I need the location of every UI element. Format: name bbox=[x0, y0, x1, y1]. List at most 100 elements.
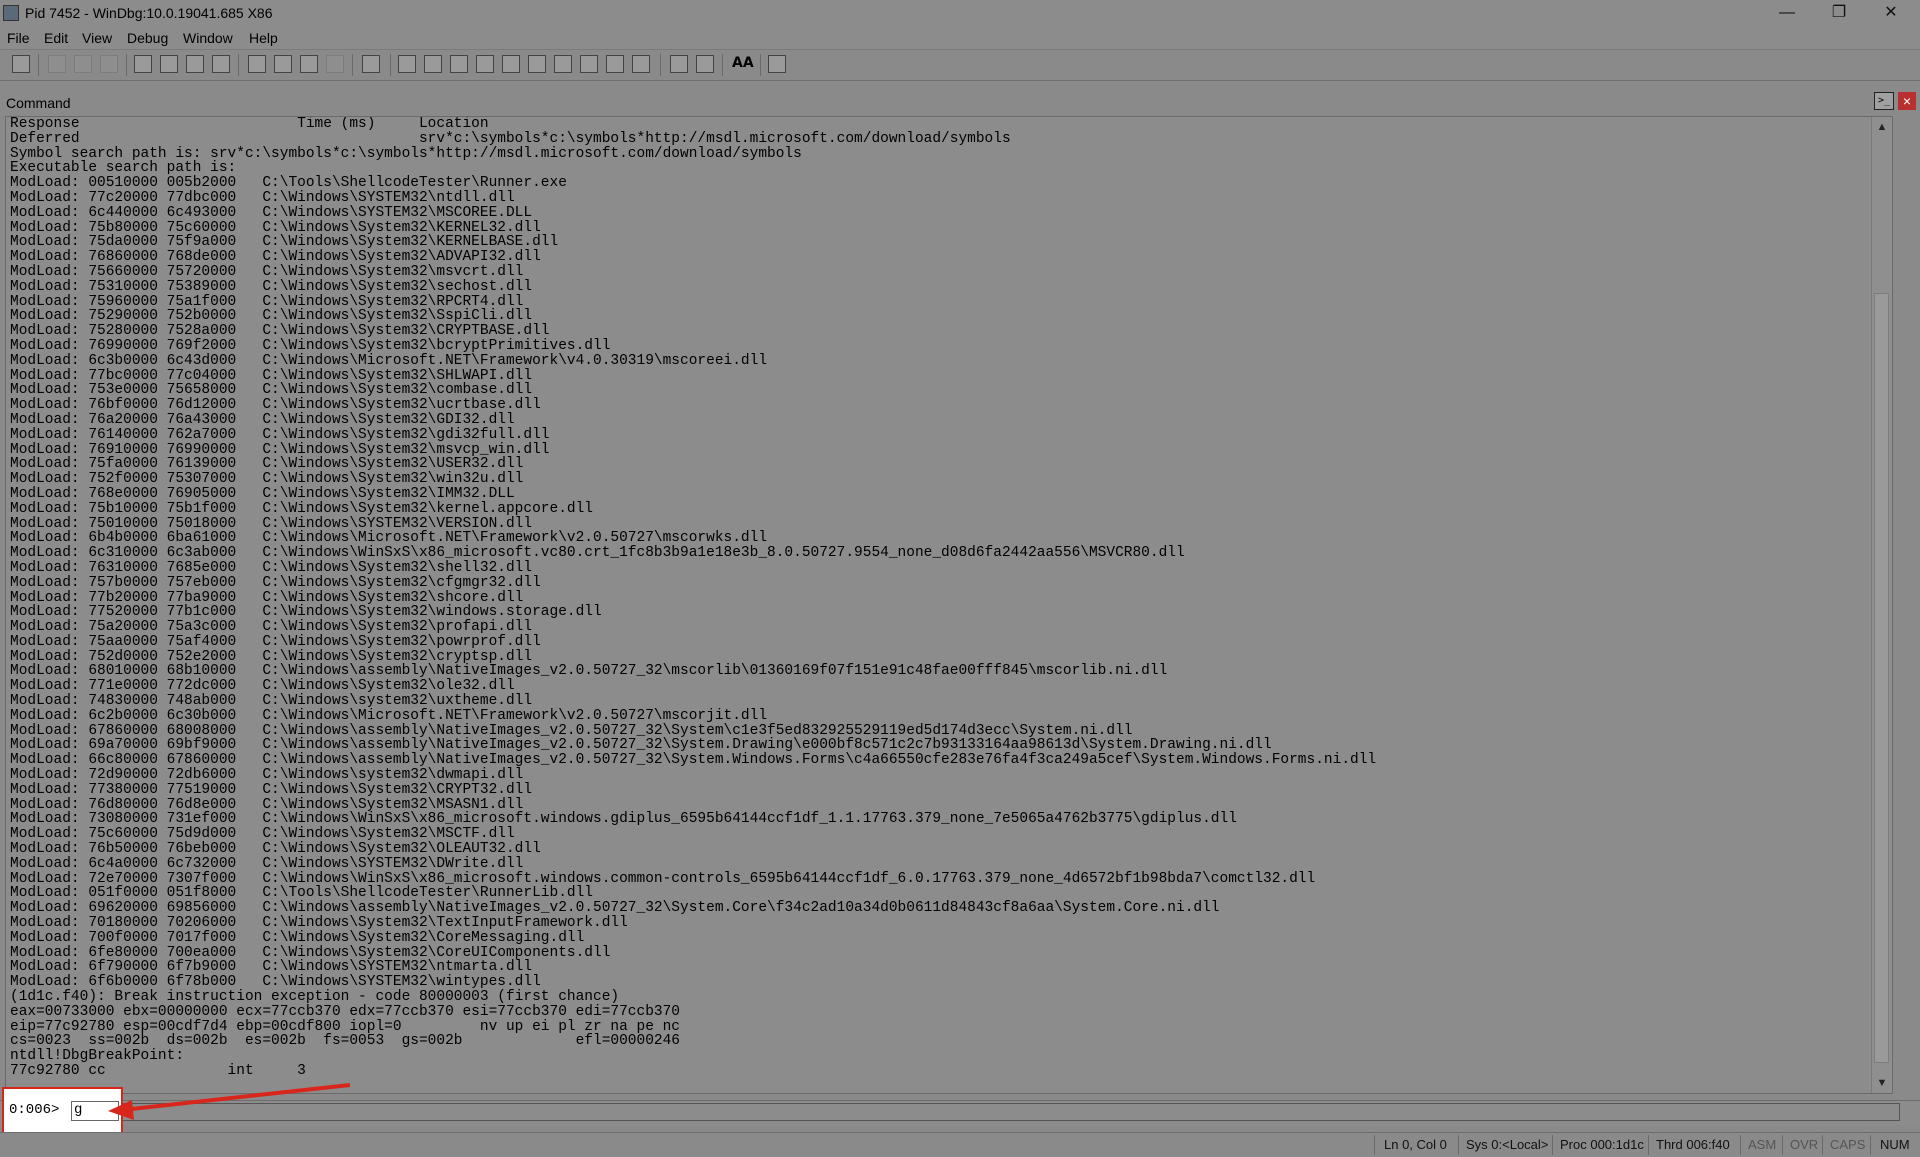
output-line: ModLoad: 768e0000 76905000 C:\Windows\Sy… bbox=[10, 485, 515, 502]
status-proc: Proc 000:1d1c bbox=[1560, 1137, 1644, 1152]
disassembly-icon[interactable] bbox=[554, 55, 572, 73]
output-line: ModLoad: 66c80000 67860000 C:\Windows\as… bbox=[10, 752, 1377, 769]
output-line: ModLoad: 76990000 769f2000 C:\Windows\Sy… bbox=[10, 337, 611, 354]
output-line: ModLoad: 051f0000 051f8000 C:\Tools\Shel… bbox=[10, 885, 593, 902]
command-prompt-icon[interactable]: >_ bbox=[1874, 92, 1894, 110]
stop-debugging-icon[interactable] bbox=[186, 55, 204, 73]
open-icon[interactable] bbox=[12, 55, 30, 73]
output-line: ModLoad: 75a20000 75a3c000 C:\Windows\Sy… bbox=[10, 619, 533, 636]
title-bar: Pid 7452 - WinDbg:10.0.19041.685 X86 — ❐… bbox=[0, 0, 1920, 27]
menu-window[interactable]: Window bbox=[183, 30, 233, 46]
command-input-row: 0:006> bbox=[0, 1100, 1920, 1125]
output-line: ModLoad: 6c310000 6c3ab000 C:\Windows\Wi… bbox=[10, 545, 1185, 562]
output-line: eax=00733000 ebx=00000000 ecx=77ccb370 e… bbox=[10, 1003, 681, 1020]
output-line: ModLoad: 6f790000 6f7b9000 C:\Windows\SY… bbox=[10, 959, 533, 976]
command-output-text: Response Time (ms) Location Deferred srv… bbox=[6, 117, 1376, 1079]
output-line: ModLoad: 6c4a0000 6c732000 C:\Windows\SY… bbox=[10, 855, 524, 872]
memory-icon[interactable] bbox=[502, 55, 520, 73]
command-pane-title: Command bbox=[6, 95, 71, 111]
window-title: Pid 7452 - WinDbg:10.0.19041.685 X86 bbox=[25, 5, 273, 21]
output-line: ModLoad: 74830000 748ab000 C:\Windows\sy… bbox=[10, 693, 533, 710]
output-line: ModLoad: 77bc0000 77c04000 C:\Windows\Sy… bbox=[10, 367, 533, 384]
output-line: ModLoad: 6c440000 6c493000 C:\Windows\SY… bbox=[10, 204, 533, 221]
minimize-button[interactable]: — bbox=[1764, 0, 1810, 27]
run-to-cursor-icon[interactable] bbox=[326, 55, 344, 73]
source-window-icon[interactable] bbox=[632, 55, 650, 73]
locals-icon[interactable] bbox=[450, 55, 468, 73]
output-line: ModLoad: 77520000 77b1c000 C:\Windows\Sy… bbox=[10, 604, 602, 621]
output-line: ModLoad: 757b0000 757eb000 C:\Windows\Sy… bbox=[10, 574, 541, 591]
output-line: ModLoad: 68010000 68b10000 C:\Windows\as… bbox=[10, 663, 1168, 680]
call-stack-icon[interactable] bbox=[528, 55, 546, 73]
output-line: ModLoad: 700f0000 7017f000 C:\Windows\Sy… bbox=[10, 929, 585, 946]
paste-icon[interactable] bbox=[100, 55, 118, 73]
step-out-icon[interactable] bbox=[300, 55, 318, 73]
registers-icon[interactable] bbox=[476, 55, 494, 73]
menu-help[interactable]: Help bbox=[249, 30, 278, 46]
output-line: ModLoad: 75da0000 75f9a000 C:\Windows\Sy… bbox=[10, 234, 559, 251]
scroll-up-icon[interactable]: ▲ bbox=[1872, 117, 1892, 137]
command-window-icon[interactable] bbox=[398, 55, 416, 73]
output-line: ModLoad: 75c60000 75d9d000 C:\Windows\Sy… bbox=[10, 826, 515, 843]
status-ln-col: Ln 0, Col 0 bbox=[1384, 1137, 1447, 1152]
scroll-down-icon[interactable]: ▼ bbox=[1872, 1073, 1892, 1093]
output-line: ModLoad: 752d0000 752e2000 C:\Windows\Sy… bbox=[10, 648, 533, 665]
output-line: ModLoad: 6f6b0000 6f78b000 C:\Windows\SY… bbox=[10, 974, 541, 991]
output-line: ModLoad: 75280000 7528a000 C:\Windows\Sy… bbox=[10, 323, 550, 340]
output-line: ModLoad: 75660000 75720000 C:\Windows\Sy… bbox=[10, 263, 524, 280]
output-line: ModLoad: 69a70000 69bf9000 C:\Windows\as… bbox=[10, 737, 1272, 754]
output-line: cs=0023 ss=002b ds=002b es=002b fs=0053 … bbox=[10, 1033, 681, 1050]
vertical-scrollbar[interactable]: ▲ ▼ bbox=[1871, 117, 1892, 1093]
output-line: ModLoad: 70180000 70206000 C:\Windows\Sy… bbox=[10, 915, 628, 932]
menu-edit[interactable]: Edit bbox=[44, 30, 68, 46]
command-output-area[interactable]: Response Time (ms) Location Deferred srv… bbox=[5, 116, 1893, 1094]
source-mode-icon[interactable] bbox=[670, 55, 688, 73]
output-line: ModLoad: 77b20000 77ba9000 C:\Windows\Sy… bbox=[10, 589, 524, 606]
output-line: Executable search path is: bbox=[10, 160, 237, 177]
output-line: ModLoad: 76910000 76990000 C:\Windows\Sy… bbox=[10, 441, 550, 458]
status-caps: CAPS bbox=[1830, 1137, 1866, 1152]
pane-close-icon[interactable]: × bbox=[1898, 92, 1916, 110]
status-sys: Sys 0:<Local> bbox=[1466, 1137, 1549, 1152]
status-bar: Ln 0, Col 0 Sys 0:<Local> Proc 000:1d1c … bbox=[0, 1132, 1920, 1157]
output-line: ModLoad: 73080000 731ef000 C:\Windows\Wi… bbox=[10, 811, 1237, 828]
output-line: ModLoad: 76b50000 76beb000 C:\Windows\Sy… bbox=[10, 841, 541, 858]
break-icon[interactable] bbox=[362, 55, 380, 73]
options-icon[interactable] bbox=[768, 55, 786, 73]
output-line: ModLoad: 6c3b0000 6c43d000 C:\Windows\Mi… bbox=[10, 352, 768, 369]
step-into-icon[interactable] bbox=[248, 55, 266, 73]
output-line: ModLoad: 00510000 005b2000 C:\Tools\Shel… bbox=[10, 175, 567, 192]
menu-view[interactable]: View bbox=[82, 30, 112, 46]
menu-debug[interactable]: Debug bbox=[127, 30, 168, 46]
command-input[interactable] bbox=[70, 1103, 1900, 1121]
processes-threads-icon[interactable] bbox=[606, 55, 624, 73]
output-line: 77c92780 cc int 3 bbox=[10, 1063, 306, 1079]
toolbar: AA bbox=[0, 49, 1920, 81]
output-line: ntdll!DbgBreakPoint: bbox=[10, 1048, 185, 1065]
go-icon[interactable] bbox=[134, 55, 152, 73]
highlighted-command-input[interactable]: g bbox=[71, 1101, 119, 1121]
status-num: NUM bbox=[1880, 1137, 1910, 1152]
restore-button[interactable]: ❐ bbox=[1816, 0, 1862, 27]
detach-icon[interactable] bbox=[212, 55, 230, 73]
menu-file[interactable]: File bbox=[7, 30, 30, 46]
restart-icon[interactable] bbox=[160, 55, 178, 73]
output-line: (1d1c.f40): Break instruction exception … bbox=[10, 989, 620, 1006]
output-line: ModLoad: 76a20000 76a43000 C:\Windows\Sy… bbox=[10, 411, 515, 428]
output-line: ModLoad: 76860000 768de000 C:\Windows\Sy… bbox=[10, 249, 541, 266]
scratch-pad-icon[interactable] bbox=[580, 55, 598, 73]
font-icon[interactable]: AA bbox=[732, 55, 754, 71]
output-line: ModLoad: 76bf0000 76d12000 C:\Windows\Sy… bbox=[10, 397, 541, 414]
watch-icon[interactable] bbox=[424, 55, 442, 73]
output-line: ModLoad: 771e0000 772dc000 C:\Windows\Sy… bbox=[10, 678, 515, 695]
hex-status-icon[interactable] bbox=[696, 55, 714, 73]
output-line: ModLoad: 6fe80000 700ea000 C:\Windows\Sy… bbox=[10, 944, 611, 961]
cut-icon[interactable] bbox=[48, 55, 66, 73]
scroll-thumb[interactable] bbox=[1874, 293, 1889, 1063]
output-line: ModLoad: 6b4b0000 6ba61000 C:\Windows\Mi… bbox=[10, 530, 768, 547]
step-over-icon[interactable] bbox=[274, 55, 292, 73]
copy-icon[interactable] bbox=[74, 55, 92, 73]
output-line: ModLoad: 77c20000 77dbc000 C:\Windows\SY… bbox=[10, 189, 515, 206]
close-button[interactable]: ✕ bbox=[1868, 0, 1914, 27]
output-line: ModLoad: 69620000 69856000 C:\Windows\as… bbox=[10, 900, 1220, 917]
